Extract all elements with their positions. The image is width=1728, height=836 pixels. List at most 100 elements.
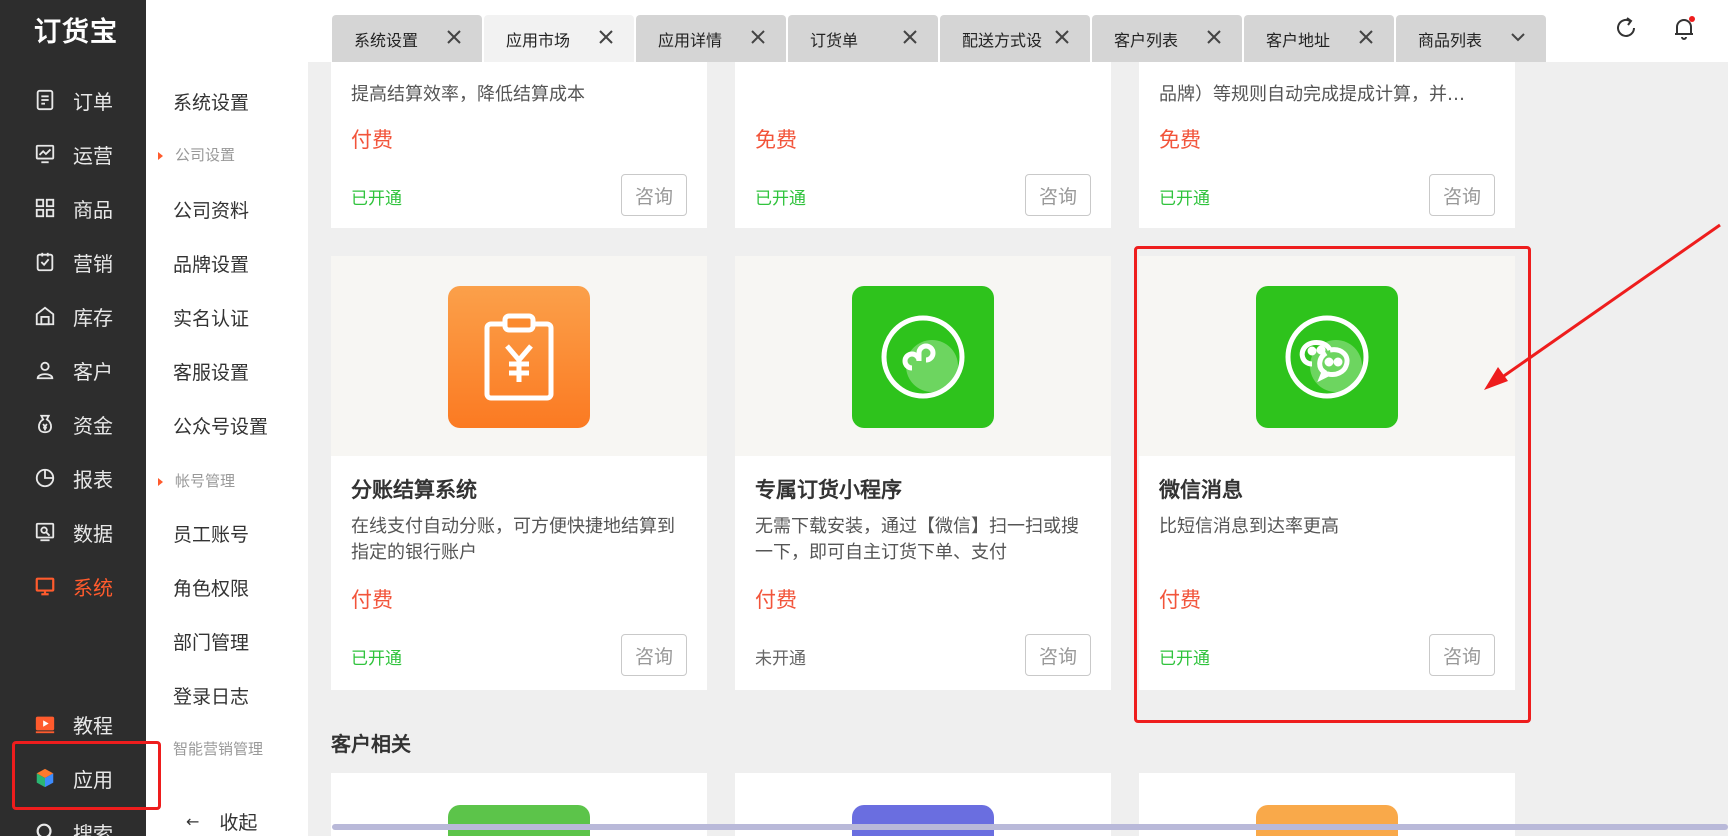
nav-label: 客户 [73,359,113,384]
card-title: 分账结算系统 [351,478,477,502]
tutorial-icon [33,712,57,736]
sub-item-brand-settings[interactable]: 品牌设置 [173,250,249,277]
app-card-split-settlement[interactable]: 分账结算系统 在线支付自动分账，可方便快捷地结算到指定的银行账户 付费 已开通 … [331,256,707,690]
price-label: 付费 [755,588,797,612]
tab-app-details[interactable]: 应用详情 [636,15,786,62]
app-icon [448,805,590,836]
app-card: 提高结算效率，降低结算成本 付费 已开通 咨询 [331,62,707,228]
tab-label: 客户地址 [1266,30,1331,50]
sub-item-official-account[interactable]: 公众号设置 [173,412,268,439]
close-icon[interactable] [900,27,920,47]
nav-item-operations[interactable]: 运营 [0,134,146,174]
report-icon [33,466,57,490]
collapse-button[interactable]: ← 收起 [186,808,257,835]
nav-item-marketing[interactable]: 营销 [0,242,146,282]
tab-product-list[interactable]: 商品列表 [1396,15,1546,62]
status-badge: 已开通 [1159,649,1210,669]
mini-program-icon [852,286,994,428]
card-title: 专属订货小程序 [755,478,902,502]
sub-item-login-log[interactable]: 登录日志 [173,682,249,709]
sub-item-staff-account[interactable]: 员工账号 [173,520,249,547]
caret-right-icon [158,151,163,160]
consult-button[interactable]: 咨询 [621,174,687,216]
horizontal-scrollbar[interactable] [332,824,1728,830]
secondary-sidebar: 系统设置 公司设置 公司资料 品牌设置 实名认证 客服设置 公众号设置 帐号管理… [146,62,308,836]
nav-item-system[interactable]: 系统 [0,566,146,606]
app-card: 免费 已开通 咨询 [735,62,1111,228]
nav-label: 搜索 [73,821,113,836]
card-description: 在线支付自动分账，可方便快捷地结算到指定的银行账户 [351,516,675,563]
tab-label: 订货单 [810,30,859,50]
consult-button[interactable]: 咨询 [621,634,687,676]
wechat-icon [1256,286,1398,428]
nav-label: 应用 [73,767,113,792]
price-label: 付费 [351,588,393,612]
sub-group-account[interactable]: 帐号管理 [146,470,235,491]
app-card-mini-program[interactable]: 专属订货小程序 无需下载安装，通过【微信】扫一扫或搜一下，即可自主订货下单、支付… [735,256,1111,690]
nav-item-inventory[interactable]: 库存 [0,296,146,336]
close-icon[interactable] [596,27,616,47]
app-card-wechat-message[interactable]: 微信消息 比短信消息到达率更高 付费 已开通 咨询 [1139,256,1515,690]
chevron-down-icon[interactable] [1508,27,1528,47]
consult-button[interactable]: 咨询 [1025,174,1091,216]
tab-customer-list[interactable]: 客户列表 [1092,15,1242,62]
nav-item-products[interactable]: 商品 [0,188,146,228]
refresh-icon[interactable] [1612,14,1640,42]
nav-item-data[interactable]: 数据 [0,512,146,552]
close-icon[interactable] [1052,27,1072,47]
nav-label: 库存 [73,305,113,330]
status-badge: 已开通 [1159,189,1210,209]
sub-item-system-settings[interactable]: 系统设置 [173,88,249,115]
consult-button[interactable]: 咨询 [1429,634,1495,676]
sub-item-customer-service[interactable]: 客服设置 [173,358,249,385]
sub-group-label: 公司设置 [175,146,236,164]
nav-item-search[interactable]: 搜索 [0,812,146,836]
close-icon[interactable] [1204,27,1224,47]
status-badge: 已开通 [351,189,402,209]
close-icon[interactable] [444,27,464,47]
customer-icon [33,358,57,382]
data-icon [33,520,57,544]
apps-icon [33,766,57,790]
nav-item-apps[interactable]: 应用 [0,758,146,798]
nav-item-funds[interactable]: 资金 [0,404,146,444]
nav-label: 系统 [73,575,113,600]
tab-label: 系统设置 [354,30,419,50]
sub-item-company-profile[interactable]: 公司资料 [173,196,249,223]
nav-item-report[interactable]: 报表 [0,458,146,498]
app-icon [852,805,994,836]
bell-icon[interactable] [1670,14,1698,42]
tab-customer-address[interactable]: 客户地址 [1244,15,1394,62]
tab-order-list[interactable]: 订货单 [788,15,938,62]
sub-item-role-permissions[interactable]: 角色权限 [173,574,249,601]
card-banner [331,256,707,456]
nav-item-order[interactable]: 订单 [0,80,146,120]
nav-item-customer[interactable]: 客户 [0,350,146,390]
close-icon[interactable] [1356,27,1376,47]
nav-label: 商品 [73,197,113,222]
sub-item-department[interactable]: 部门管理 [173,628,249,655]
sub-group-company[interactable]: 公司设置 [146,144,235,165]
tab-label: 配送方式设 [962,30,1043,50]
nav-label: 教程 [73,713,113,738]
consult-button[interactable]: 咨询 [1025,634,1091,676]
sub-item-real-name[interactable]: 实名认证 [173,304,249,331]
caret-right-icon [158,477,163,486]
clipboard-yuan-icon [448,286,590,428]
section-title: 客户相关 [331,732,411,756]
consult-button[interactable]: 咨询 [1429,174,1495,216]
nav-label: 营销 [73,251,113,276]
price-label: 付费 [351,128,393,152]
tab-app-market[interactable]: 应用市场 [484,15,634,62]
nav-item-tutorial[interactable]: 教程 [0,704,146,744]
close-icon[interactable] [748,27,768,47]
app-icon [1256,805,1398,836]
tab-system-settings[interactable]: 系统设置 [332,15,482,62]
sub-item-smart-marketing[interactable]: 智能营销管理 [173,738,263,759]
nav-label: 数据 [73,521,113,546]
status-badge: 已开通 [755,189,806,209]
annotation-arrow [1484,223,1721,390]
tab-label: 客户列表 [1114,30,1179,50]
tab-delivery-method[interactable]: 配送方式设 [940,15,1090,62]
funds-icon [33,412,57,436]
